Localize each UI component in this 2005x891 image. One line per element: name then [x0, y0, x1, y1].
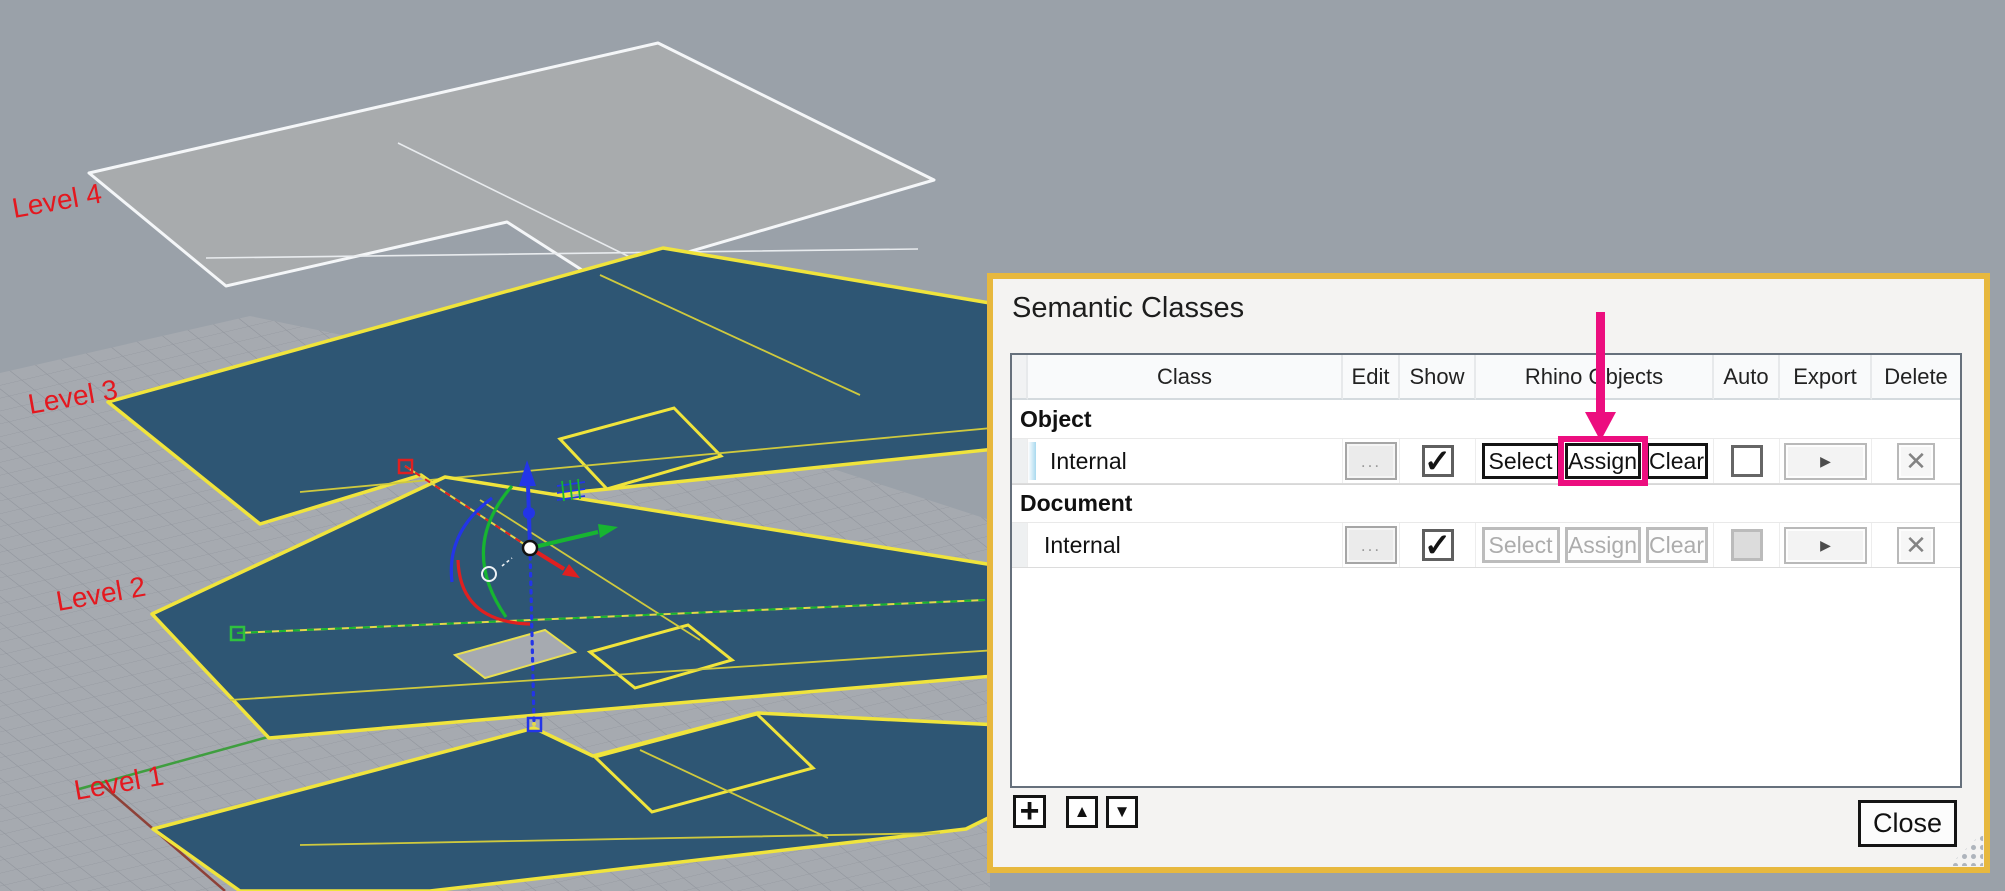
table-header-row: Class Edit Show Rhino Objects Auto Expor…	[1012, 355, 1960, 400]
group-label-document: Document	[1012, 484, 1960, 522]
select-button-disabled: Select	[1481, 527, 1560, 563]
select-button[interactable]: Select	[1481, 443, 1560, 479]
move-up-button[interactable]: ▲	[1066, 796, 1098, 828]
delete-cell: ✕	[1872, 439, 1960, 483]
auto-checkbox-unchecked[interactable]	[1730, 445, 1763, 477]
class-row-document-internal: Internal ... ✓ Select Assign Clear ▶ ✕	[1012, 522, 1960, 568]
rhino-app-window: Level 4 Level 3 Level 2 Level 1 Semantic…	[0, 0, 2005, 891]
assign-button-disabled: Assign	[1564, 527, 1641, 563]
column-rhino-objects: Rhino Objects	[1476, 355, 1714, 400]
edit-class-button[interactable]: ...	[1345, 442, 1397, 480]
row-state-indicator	[1012, 439, 1028, 483]
gumball-center-handle[interactable]	[521, 539, 539, 557]
semantic-classes-dialog: Semantic Classes Class Edit Show Rhino O…	[987, 273, 1990, 873]
edit-class-button[interactable]: ...	[1345, 526, 1397, 564]
class-name-text: Internal	[1044, 531, 1121, 558]
column-export: Export	[1780, 355, 1872, 400]
export-arrow-icon: ▶	[1820, 536, 1831, 553]
show-checkbox-checked[interactable]: ✓	[1421, 443, 1454, 479]
up-triangle-icon: ▲	[1073, 802, 1091, 821]
column-state	[1012, 355, 1028, 400]
check-icon: ✓	[1424, 443, 1451, 479]
column-show: Show	[1400, 355, 1476, 400]
show-cell: ✓	[1400, 523, 1476, 567]
delete-cell: ✕	[1872, 523, 1960, 567]
delete-button[interactable]: ✕	[1897, 526, 1935, 564]
class-row-object-internal: Internal ... ✓ Select Assign Clear ▶ ✕	[1012, 436, 1960, 486]
edit-cell: ...	[1343, 439, 1400, 483]
delete-x-icon: ✕	[1905, 529, 1927, 560]
column-auto: Auto	[1714, 355, 1780, 400]
auto-cell	[1714, 439, 1780, 483]
auto-cell	[1714, 523, 1780, 567]
export-cell: ▶	[1780, 523, 1872, 567]
add-class-button[interactable]: +	[1013, 792, 1046, 830]
clear-button-disabled: Clear	[1645, 527, 1708, 563]
gumball-z-scale-handle[interactable]	[523, 507, 535, 519]
edit-focus-bar	[1028, 442, 1036, 480]
delete-x-icon: ✕	[1905, 445, 1927, 476]
export-cell: ▶	[1780, 439, 1872, 483]
move-down-button[interactable]: ▼	[1106, 796, 1138, 828]
column-delete: Delete	[1872, 355, 1960, 400]
plus-icon: +	[1019, 792, 1040, 830]
rhino-objects-cell: Select Assign Clear	[1476, 523, 1714, 567]
auto-checkbox-disabled	[1730, 529, 1763, 561]
show-cell: ✓	[1400, 439, 1476, 483]
check-icon: ✓	[1424, 527, 1451, 563]
export-button[interactable]: ▶	[1784, 442, 1867, 480]
class-name-text: Internal	[1050, 447, 1127, 474]
show-checkbox-checked[interactable]: ✓	[1421, 527, 1454, 563]
group-label-object: Object	[1012, 400, 1960, 438]
export-button[interactable]: ▶	[1784, 526, 1867, 564]
row-state-indicator	[1012, 523, 1028, 567]
column-edit: Edit	[1343, 355, 1400, 400]
column-class: Class	[1028, 355, 1343, 400]
down-triangle-icon: ▼	[1113, 802, 1131, 821]
delete-button[interactable]: ✕	[1897, 442, 1935, 480]
classes-table: Class Edit Show Rhino Objects Auto Expor…	[1010, 353, 1962, 788]
dialog-title: Semantic Classes	[1012, 292, 1245, 324]
edit-cell: ...	[1343, 523, 1400, 567]
class-name-cell[interactable]: Internal	[1028, 523, 1343, 567]
clear-button[interactable]: Clear	[1645, 443, 1708, 479]
assign-button[interactable]: Assign	[1564, 443, 1641, 479]
rhino-objects-cell: Select Assign Clear	[1476, 436, 1714, 486]
export-arrow-icon: ▶	[1820, 452, 1831, 469]
close-button[interactable]: Close	[1858, 800, 1957, 847]
class-name-cell[interactable]: Internal	[1028, 439, 1343, 483]
